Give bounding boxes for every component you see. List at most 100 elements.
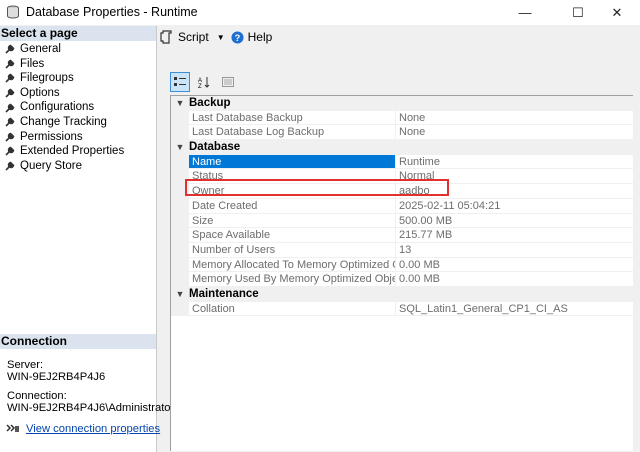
owner-highlight-box xyxy=(185,179,449,196)
page-item-label: Permissions xyxy=(20,130,83,143)
script-dropdown-icon[interactable]: ▼ xyxy=(217,33,225,42)
property-row[interactable]: Number of Users 13 xyxy=(171,242,634,258)
page-item-options[interactable]: Options xyxy=(0,86,156,101)
page-item-general[interactable]: General xyxy=(0,42,156,57)
categorized-view-button[interactable] xyxy=(170,72,190,92)
view-connection-properties[interactable]: View connection properties xyxy=(6,423,160,435)
minimize-button[interactable]: — xyxy=(502,0,548,25)
property-row[interactable]: Memory Allocated To Memory Optimized Obj… xyxy=(171,257,634,273)
property-value: 0.00 MB xyxy=(396,258,634,273)
help-button[interactable]: ? Help xyxy=(231,30,273,44)
property-row[interactable]: Space Available 215.77 MB xyxy=(171,228,634,243)
property-name: Memory Allocated To Memory Optimized Obj… xyxy=(189,257,396,273)
property-name: Collation xyxy=(189,301,396,317)
page-item-files[interactable]: Files xyxy=(0,57,156,72)
collapse-icon[interactable]: ▼ xyxy=(171,140,189,155)
connection-section: Connection xyxy=(0,334,156,349)
wrench-icon xyxy=(5,59,15,69)
page-item-change-tracking[interactable]: Change Tracking xyxy=(0,115,156,130)
property-value: 2025-02-11 05:04:21 xyxy=(396,199,634,214)
alphabetical-view-button[interactable]: A Z xyxy=(194,72,214,92)
svg-text:Z: Z xyxy=(198,84,202,89)
property-name: Size xyxy=(189,213,396,229)
property-name: Memory Used By Memory Optimized Objects xyxy=(189,272,396,287)
wrench-icon xyxy=(5,117,15,127)
property-name: Last Database Backup xyxy=(189,110,396,126)
row-gutter xyxy=(171,257,189,273)
page-item-label: Files xyxy=(20,57,45,70)
collapse-icon[interactable]: ▼ xyxy=(171,287,189,302)
help-label: Help xyxy=(247,30,273,44)
script-button[interactable]: Script xyxy=(160,30,209,44)
category-maintenance[interactable]: ▼ Maintenance xyxy=(171,286,634,302)
database-icon xyxy=(7,5,19,19)
page-item-label: Query Store xyxy=(20,159,82,172)
property-row[interactable]: Size 500.00 MB xyxy=(171,213,634,229)
page-item-filegroups[interactable]: Filegroups xyxy=(0,71,156,86)
wrench-icon xyxy=(5,74,15,84)
property-name: Date Created xyxy=(189,198,396,214)
collapse-icon[interactable]: ▼ xyxy=(171,96,189,111)
grid-margin xyxy=(633,95,640,452)
title-bar: Database Properties - Runtime — ☐ ✕ xyxy=(0,0,640,25)
wrench-icon xyxy=(5,103,15,113)
select-page-header: Select a page xyxy=(0,26,156,41)
property-row[interactable]: Date Created 2025-02-11 05:04:21 xyxy=(171,198,634,214)
property-value: SQL_Latin1_General_CP1_CI_AS xyxy=(396,302,634,317)
row-gutter xyxy=(171,110,189,126)
property-row[interactable]: Memory Used By Memory Optimized Objects 0… xyxy=(171,272,634,287)
property-row[interactable]: Last Database Log Backup None xyxy=(171,125,634,141)
server-value: WIN-9EJ2RB4P4J6 xyxy=(7,371,106,383)
view-connection-properties-link[interactable]: View connection properties xyxy=(26,423,160,435)
page-item-permissions[interactable]: Permissions xyxy=(0,130,156,145)
category-backup[interactable]: ▼ Backup xyxy=(171,96,634,111)
category-database[interactable]: ▼ Database xyxy=(171,140,634,155)
page-item-query-store[interactable]: Query Store xyxy=(0,159,156,174)
help-icon: ? xyxy=(231,30,244,44)
property-value: 13 xyxy=(396,243,634,258)
page-item-label: Change Tracking xyxy=(20,115,107,128)
property-name: Last Database Log Backup xyxy=(189,125,396,141)
wrench-icon xyxy=(5,132,15,142)
window-title: Database Properties - Runtime xyxy=(26,5,198,19)
page-item-configurations[interactable]: Configurations xyxy=(0,100,156,115)
property-value: 0.00 MB xyxy=(396,272,634,287)
row-gutter xyxy=(171,272,189,287)
script-label: Script xyxy=(178,30,209,44)
page-item-extended-properties[interactable]: Extended Properties xyxy=(0,144,156,159)
maximize-icon: ☐ xyxy=(572,4,584,20)
wrench-icon xyxy=(5,88,15,98)
page-item-label: Extended Properties xyxy=(20,145,125,158)
wrench-icon xyxy=(5,161,15,171)
svg-text:?: ? xyxy=(234,32,240,42)
toolbar: Script ▼ ? Help xyxy=(160,28,272,46)
property-row[interactable]: Collation SQL_Latin1_General_CP1_CI_AS xyxy=(171,301,634,317)
wrench-icon xyxy=(5,44,15,54)
page-item-label: Options xyxy=(20,86,60,99)
property-value: 500.00 MB xyxy=(396,214,634,229)
close-icon: ✕ xyxy=(611,4,623,20)
row-gutter xyxy=(171,125,189,141)
page-item-label: Configurations xyxy=(20,101,95,114)
grid-toolbar: A Z xyxy=(170,72,238,92)
property-name: Space Available xyxy=(189,228,396,243)
category-title: Database xyxy=(189,141,241,154)
categorized-icon xyxy=(174,77,186,86)
page-item-label: General xyxy=(20,43,61,55)
row-gutter xyxy=(171,198,189,214)
wrench-icon xyxy=(5,147,15,157)
page-item-label: Filegroups xyxy=(20,72,74,85)
property-row[interactable]: Name Runtime xyxy=(171,154,634,170)
row-gutter xyxy=(171,242,189,258)
close-button[interactable]: ✕ xyxy=(594,0,640,25)
category-title: Maintenance xyxy=(189,287,259,300)
page-list: General Files Filegroups Options Configurati… xyxy=(0,41,156,173)
property-value: 215.77 MB xyxy=(396,228,634,243)
property-name: Number of Users xyxy=(189,242,396,258)
connection-properties-icon xyxy=(6,424,19,432)
connection-value: WIN-9EJ2RB4P4J6\Administrator xyxy=(7,402,175,414)
row-gutter xyxy=(171,301,189,317)
property-pages-icon xyxy=(222,77,234,87)
property-pages-button[interactable] xyxy=(218,72,238,92)
property-row[interactable]: Last Database Backup None xyxy=(171,110,634,126)
